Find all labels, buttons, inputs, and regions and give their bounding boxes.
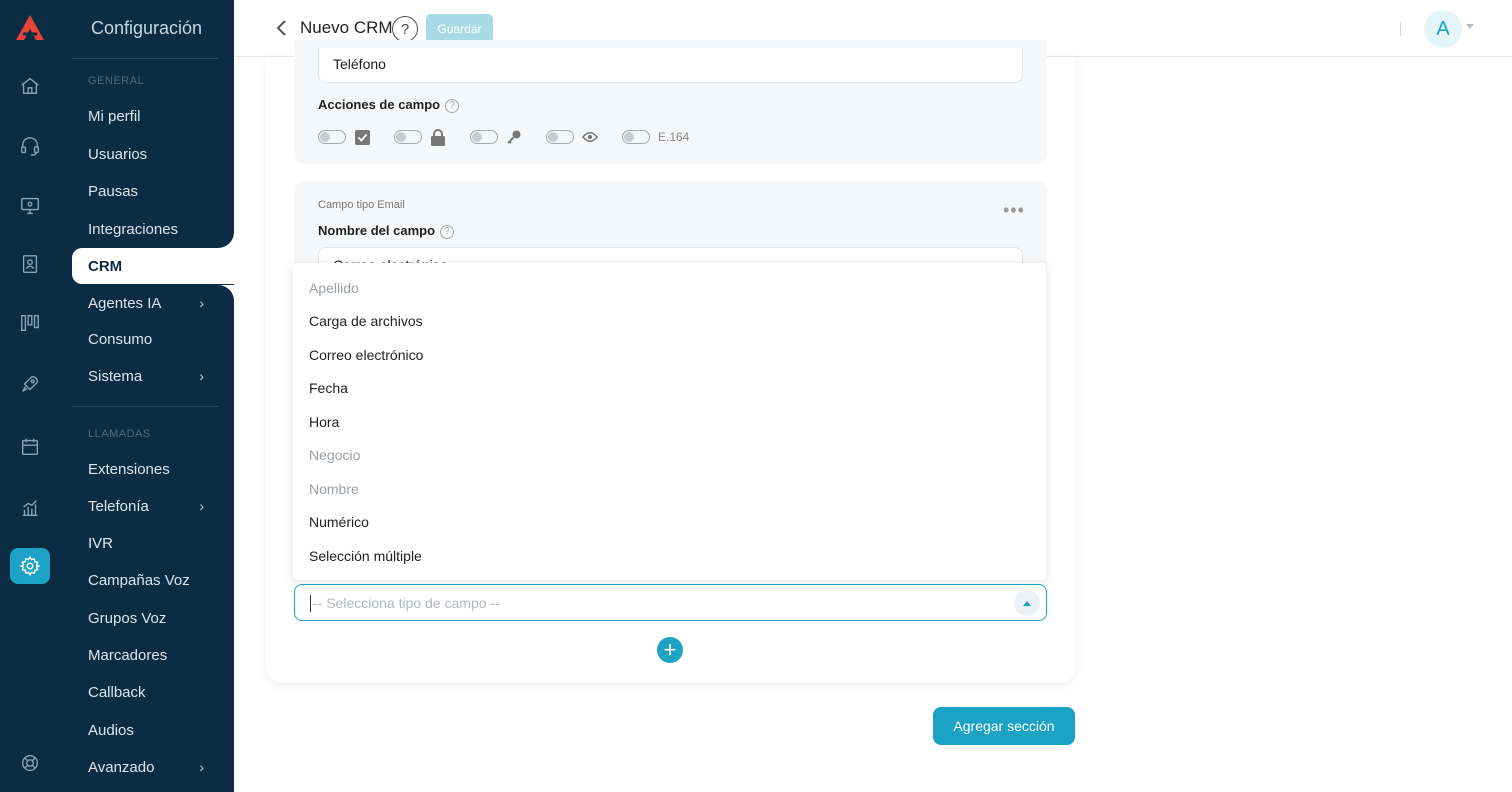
option-hora[interactable]: Hora	[293, 405, 1046, 439]
sidebar-item-consumo[interactable]: Consumo	[72, 321, 234, 357]
chevron-right-icon: ›	[199, 368, 204, 384]
option-negocio: Negocio	[309, 447, 361, 464]
sidebar-item-crm[interactable]: CRM	[72, 248, 234, 284]
sidebar-title: Configuración	[91, 18, 203, 38]
option-seleccion-multiple[interactable]: Selección múltiple	[293, 539, 1046, 573]
phone-field-name-input[interactable]: Teléfono	[318, 48, 1023, 83]
e164-toggle[interactable]	[622, 130, 650, 144]
visible-toggle[interactable]	[546, 130, 574, 144]
help-icon[interactable]: ?	[392, 16, 418, 42]
sidebar-item-telefonia[interactable]: Telefonía ›	[72, 488, 234, 524]
sidebar-item-grupos-voz[interactable]: Grupos Voz	[72, 600, 234, 636]
sidebar-item-pausas[interactable]: Pausas	[72, 173, 234, 209]
divider	[72, 58, 218, 59]
headset-icon[interactable]	[10, 128, 50, 164]
more-options-icon[interactable]: •••	[1003, 200, 1025, 221]
option-fecha[interactable]: Fecha	[293, 372, 1046, 406]
monitor-icon[interactable]	[10, 187, 50, 223]
calendar-icon[interactable]	[10, 429, 50, 465]
sidebar-item-campanas-voz[interactable]: Campañas Voz	[72, 562, 234, 598]
chevron-right-icon: ›	[199, 498, 204, 514]
section-calls: LLAMADAS	[88, 428, 151, 440]
key-icon	[506, 129, 522, 145]
lock-icon	[430, 128, 446, 146]
chevron-up-icon[interactable]	[1014, 590, 1040, 616]
lifebuoy-icon[interactable]	[10, 745, 50, 781]
sidebar-item-avanzado[interactable]: Avanzado ›	[72, 749, 234, 785]
gear-icon[interactable]	[10, 548, 50, 584]
sidebar-item-mi-perfil[interactable]: Mi perfil	[72, 98, 234, 134]
sidebar-item-sistema[interactable]: Sistema ›	[72, 358, 234, 394]
chevron-right-icon: ›	[199, 295, 204, 311]
sidebar-item-integraciones[interactable]: Integraciones	[72, 211, 234, 247]
divider	[72, 406, 218, 407]
sidebar-item-callback[interactable]: Callback	[72, 674, 234, 710]
page-title: Nuevo CRM	[300, 18, 393, 37]
add-section-button[interactable]: Agregar sección	[933, 707, 1075, 745]
sidebar-item-audios[interactable]: Audios	[72, 712, 234, 748]
option-nombre: Nombre	[309, 480, 359, 497]
save-button[interactable]: Guardar	[426, 14, 493, 43]
contacts-icon[interactable]	[10, 246, 50, 282]
avatar[interactable]: A	[1424, 10, 1462, 48]
option-apellido: Apellido	[309, 279, 359, 296]
section-general: GENERAL	[88, 75, 145, 87]
field-actions-row: E.164	[318, 127, 689, 147]
key-toggle[interactable]	[470, 130, 498, 144]
sidebar-item-ivr[interactable]: IVR	[72, 525, 234, 561]
email-field-name-input[interactable]: Correo electrónico	[318, 247, 1023, 263]
add-field-button[interactable]: +	[657, 637, 683, 663]
e164-label: E.164	[658, 130, 690, 144]
field-type-dropdown: Apellido Carga de archivos Correo electr…	[293, 263, 1046, 580]
chart-icon[interactable]	[10, 490, 50, 526]
field-type-label: Campo tipo Email	[318, 199, 405, 211]
select-placeholder: -- Selecciona tipo de campo --	[313, 595, 500, 611]
kanban-icon[interactable]	[10, 305, 50, 341]
option-correo-electronico[interactable]: Correo electrónico	[293, 338, 1046, 372]
eye-icon	[582, 129, 598, 145]
option-carga-de-archivos[interactable]: Carga de archivos	[293, 305, 1046, 339]
readonly-toggle[interactable]	[394, 130, 422, 144]
field-actions-label: Acciones de campo?	[318, 97, 460, 113]
divider	[1400, 22, 1401, 36]
chevron-down-icon[interactable]	[1466, 24, 1474, 29]
checkbox-icon	[354, 129, 370, 145]
help-icon[interactable]: ?	[440, 224, 455, 239]
sidebar-item-marcadores[interactable]: Marcadores	[72, 637, 234, 673]
chevron-right-icon: ›	[199, 759, 204, 775]
help-icon[interactable]: ?	[445, 98, 460, 113]
back-arrow-icon[interactable]	[274, 18, 290, 38]
option-numerico[interactable]: Numérico	[293, 506, 1046, 540]
text-cursor	[310, 595, 311, 612]
sidebar-item-extensiones[interactable]: Extensiones	[72, 451, 234, 487]
field-type-select[interactable]: -- Selecciona tipo de campo --	[294, 584, 1047, 621]
field-name-label: Nombre del campo?	[318, 223, 455, 239]
home-icon[interactable]	[10, 68, 50, 104]
sidebar-item-agentes-ia[interactable]: Agentes IA ›	[72, 285, 234, 321]
icon-rail	[0, 0, 60, 792]
required-toggle[interactable]	[318, 130, 346, 144]
sidebar-item-usuarios[interactable]: Usuarios	[72, 136, 234, 172]
brand-logo-icon[interactable]	[14, 12, 46, 44]
rocket-icon[interactable]	[10, 366, 50, 402]
